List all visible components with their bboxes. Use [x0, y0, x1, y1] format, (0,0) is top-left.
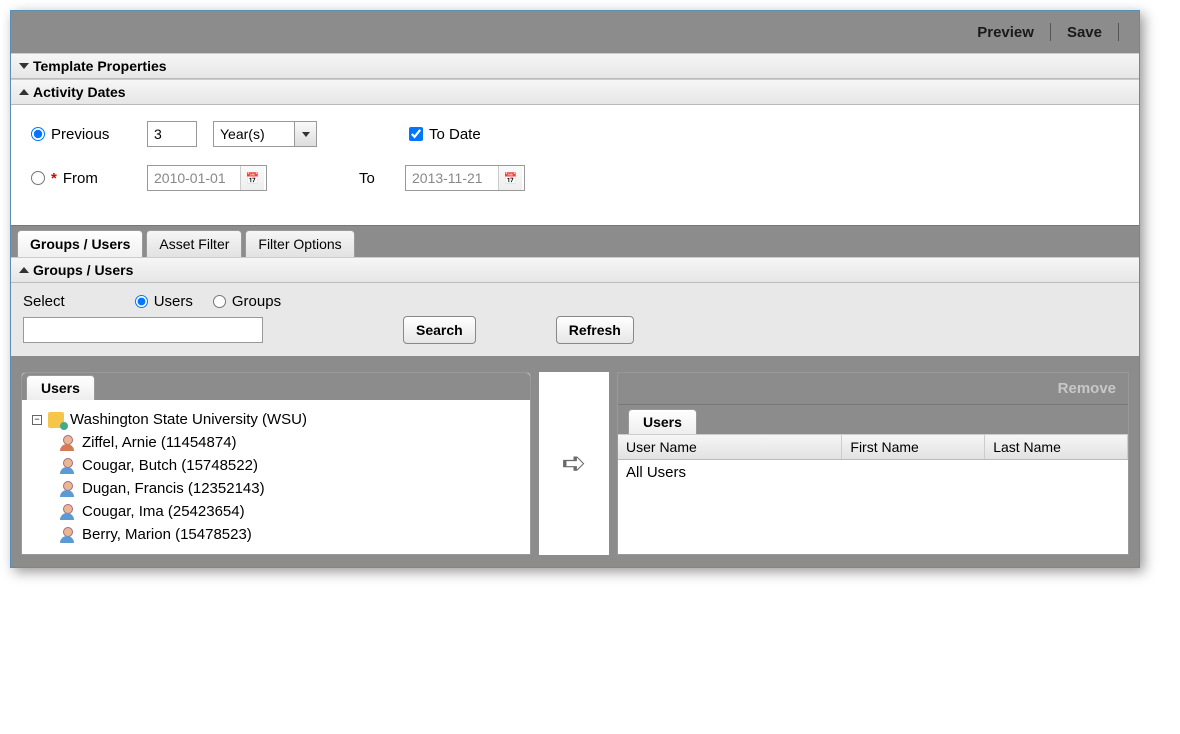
- previous-row: Previous To Date: [31, 121, 1119, 147]
- search-input[interactable]: [23, 317, 263, 343]
- main-tabs: Groups / Users Asset Filter Filter Optio…: [11, 225, 1139, 257]
- from-row: * From 📅 To 📅: [31, 165, 1119, 191]
- filter-area: Select Users Groups Search Refresh: [11, 283, 1139, 356]
- chevron-up-icon: [19, 89, 29, 95]
- remove-button[interactable]: Remove: [1058, 380, 1116, 397]
- tab-asset-filter[interactable]: Asset Filter: [146, 230, 242, 257]
- previous-value-input[interactable]: [147, 121, 197, 147]
- groups-radio-text: Groups: [232, 293, 281, 310]
- users-radio-text: Users: [154, 293, 193, 310]
- activity-dates-body: Previous To Date * From 📅 To: [11, 105, 1139, 225]
- app-window: Preview Save Template Properties Activit…: [10, 10, 1140, 568]
- tree-user-row[interactable]: Cougar, Ima (25423654): [32, 500, 520, 523]
- activity-dates-label: Activity Dates: [33, 84, 126, 100]
- users-radio-label[interactable]: Users: [135, 293, 193, 310]
- right-tab-users[interactable]: Users: [628, 409, 697, 434]
- col-first-name[interactable]: First Name: [842, 435, 985, 459]
- from-text: From: [63, 170, 98, 187]
- grid-body: All Users: [618, 460, 1128, 485]
- tree-user-row[interactable]: Cougar, Butch (15748522): [32, 454, 520, 477]
- groups-users-subheader[interactable]: Groups / Users: [11, 257, 1139, 283]
- tab-filter-options[interactable]: Filter Options: [245, 230, 354, 257]
- groups-radio[interactable]: [213, 295, 226, 308]
- toolbar-separator-end: [1118, 23, 1119, 41]
- tree-org-row[interactable]: − Washington State University (WSU): [32, 408, 520, 431]
- template-properties-label: Template Properties: [33, 58, 167, 74]
- top-toolbar: Preview Save: [11, 11, 1139, 53]
- template-properties-header[interactable]: Template Properties: [11, 53, 1139, 79]
- to-date-value: [406, 166, 498, 190]
- collapse-icon[interactable]: −: [32, 415, 42, 425]
- col-last-name[interactable]: Last Name: [985, 435, 1128, 459]
- calendar-icon[interactable]: 📅: [498, 166, 522, 190]
- search-button[interactable]: Search: [403, 316, 476, 344]
- user-label: Ziffel, Arnie (11454874): [82, 434, 237, 451]
- to-date-checkbox-label[interactable]: To Date: [409, 126, 509, 143]
- to-label: To: [359, 170, 389, 187]
- required-asterisk: *: [51, 170, 57, 187]
- chevron-down-icon: [19, 63, 29, 69]
- user-tree: − Washington State University (WSU) Ziff…: [22, 400, 530, 554]
- select-label: Select: [23, 293, 65, 310]
- left-panel-tabs: Users: [22, 373, 530, 400]
- groups-users-label: Groups / Users: [33, 262, 133, 278]
- tree-user-row[interactable]: Dugan, Francis (12352143): [32, 477, 520, 500]
- previous-text: Previous: [51, 126, 109, 143]
- previous-radio[interactable]: [31, 127, 45, 141]
- user-label: Cougar, Ima (25423654): [82, 503, 245, 520]
- tree-user-row[interactable]: Ziffel, Arnie (11454874): [32, 431, 520, 454]
- chevron-down-icon[interactable]: [294, 122, 316, 146]
- refresh-button[interactable]: Refresh: [556, 316, 634, 344]
- left-tab-users[interactable]: Users: [26, 375, 95, 400]
- selected-panel-toolbar: Remove: [618, 373, 1128, 405]
- user-icon: [60, 504, 76, 520]
- org-label: Washington State University (WSU): [70, 411, 307, 428]
- from-date-value: [148, 166, 240, 190]
- to-date-input[interactable]: 📅: [405, 165, 525, 191]
- from-radio[interactable]: [31, 171, 45, 185]
- user-label: Dugan, Francis (12352143): [82, 480, 265, 497]
- previous-radio-label[interactable]: Previous: [31, 126, 131, 143]
- users-radio[interactable]: [135, 295, 148, 308]
- search-row: Search Refresh: [23, 316, 1127, 344]
- right-panel-tabs: Users: [618, 405, 1128, 434]
- available-panel: Users − Washington State University (WSU…: [21, 372, 531, 555]
- org-icon: [48, 412, 64, 428]
- activity-dates-header[interactable]: Activity Dates: [11, 79, 1139, 105]
- transfer-area: Users − Washington State University (WSU…: [11, 356, 1139, 567]
- grid-row[interactable]: All Users: [626, 464, 1120, 481]
- select-row: Select Users Groups: [23, 293, 1127, 310]
- col-user-name[interactable]: User Name: [618, 435, 842, 459]
- user-label: Berry, Marion (15478523): [82, 526, 252, 543]
- tab-groups-users[interactable]: Groups / Users: [17, 230, 143, 257]
- groups-radio-label[interactable]: Groups: [213, 293, 281, 310]
- preview-button[interactable]: Preview: [969, 24, 1042, 41]
- unit-select[interactable]: [213, 121, 317, 147]
- from-radio-label[interactable]: * From: [31, 170, 131, 187]
- calendar-icon[interactable]: 📅: [240, 166, 264, 190]
- user-icon: [60, 435, 76, 451]
- from-date-input[interactable]: 📅: [147, 165, 267, 191]
- toolbar-separator: [1050, 23, 1051, 41]
- user-icon: [60, 481, 76, 497]
- grid-header: User Name First Name Last Name: [618, 434, 1128, 460]
- selected-panel: Remove Users User Name First Name Last N…: [617, 372, 1129, 555]
- transfer-arrow-column: ➪: [539, 372, 609, 555]
- arrow-right-icon[interactable]: ➪: [561, 446, 586, 481]
- user-icon: [60, 458, 76, 474]
- unit-value: [214, 122, 294, 146]
- tree-user-row[interactable]: Berry, Marion (15478523): [32, 523, 520, 546]
- to-date-checkbox[interactable]: [409, 127, 423, 141]
- save-button[interactable]: Save: [1059, 24, 1110, 41]
- chevron-up-icon: [19, 267, 29, 273]
- to-date-text: To Date: [429, 126, 481, 143]
- user-icon: [60, 527, 76, 543]
- user-label: Cougar, Butch (15748522): [82, 457, 258, 474]
